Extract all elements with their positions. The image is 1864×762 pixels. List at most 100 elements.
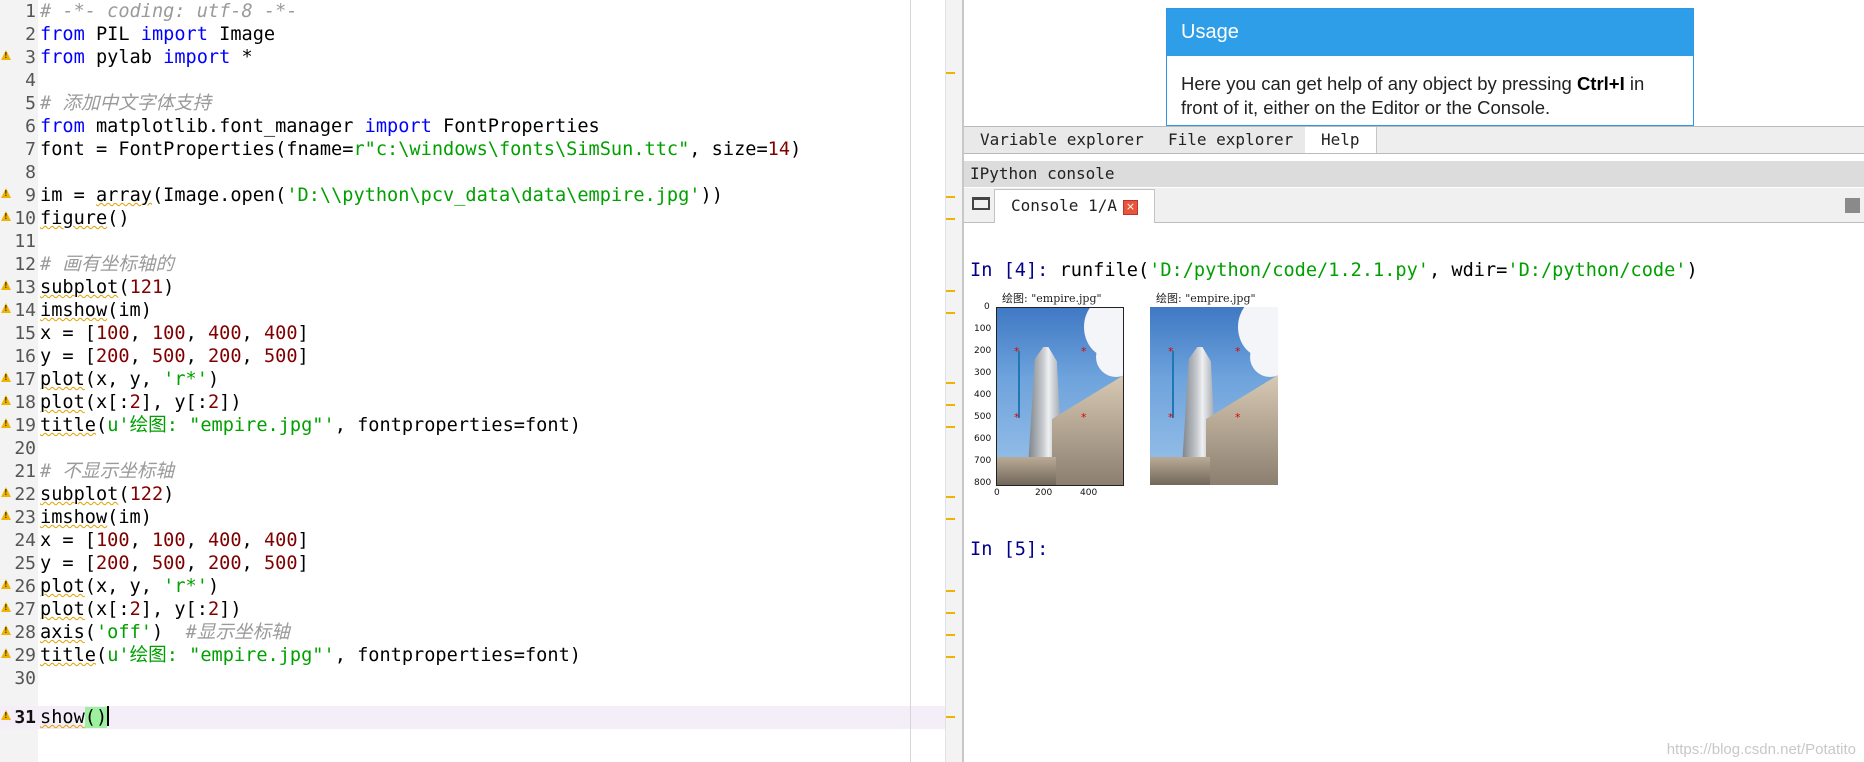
code-line[interactable]: 28axis('off') #显示坐标轴 <box>0 621 945 644</box>
code-text: (im) <box>107 507 152 528</box>
code-text: ) <box>790 139 802 160</box>
code-text: ] <box>297 346 309 367</box>
scrollbar-warning-marker[interactable] <box>946 426 955 428</box>
scrollbar-warning-marker[interactable] <box>946 496 955 498</box>
warning-icon[interactable] <box>1 710 11 720</box>
code-line[interactable]: 5 # 添加中文字体支持 <box>0 92 945 115</box>
code-line[interactable]: 29title(u'绘图: "empire.jpg"', fontpropert… <box>0 644 945 667</box>
code-line[interactable]: 2 from PIL import Image <box>0 23 945 46</box>
scrollbar-warning-marker[interactable] <box>946 656 955 658</box>
warning-icon[interactable] <box>1 625 11 635</box>
scrollbar-warning-marker[interactable] <box>946 716 955 718</box>
number-literal: 100 <box>95 530 130 551</box>
warning-icon[interactable] <box>1 211 11 221</box>
function-name: imshow <box>40 507 108 528</box>
code-line[interactable]: 20 <box>0 437 945 460</box>
x-tick: 200 <box>1035 488 1053 498</box>
warning-icon[interactable] <box>1 579 11 589</box>
help-usage-card: Usage Here you can get help of any objec… <box>1166 8 1694 126</box>
code-text: ], y[: <box>140 599 208 620</box>
tab-console-1a[interactable]: Console 1/A × <box>994 189 1155 223</box>
code-text: matplotlib.font_manager <box>84 116 365 137</box>
code-text: y = [ <box>40 346 96 367</box>
line-number: 30 <box>14 668 36 689</box>
code-line[interactable]: 24 x = [100, 100, 400, 400] <box>0 529 945 552</box>
tab-help[interactable]: Help <box>1305 127 1377 153</box>
warning-icon[interactable] <box>1 487 11 497</box>
scrollbar-warning-marker[interactable] <box>946 72 955 74</box>
code-line[interactable]: 19title(u'绘图: "empire.jpg"', fontpropert… <box>0 414 945 437</box>
scrollbar-warning-marker[interactable] <box>946 612 955 614</box>
code-line[interactable]: 26plot(x, y, 'r*') <box>0 575 945 598</box>
code-line[interactable]: 11 <box>0 230 945 253</box>
scrollbar-warning-marker[interactable] <box>946 196 955 198</box>
code-line[interactable]: 27plot(x[:2], y[:2]) <box>0 598 945 621</box>
tab-variable-explorer[interactable]: Variable explorer <box>964 127 1161 153</box>
code-line[interactable]: 10figure() <box>0 207 945 230</box>
code-line[interactable]: 12 # 画有坐标轴的 <box>0 253 945 276</box>
scrollbar-warning-marker[interactable] <box>946 634 955 636</box>
editor-scrollbar[interactable] <box>945 0 962 762</box>
close-icon[interactable]: × <box>1122 200 1138 215</box>
folder-icon[interactable] <box>972 197 990 210</box>
plot-point: * <box>1235 345 1241 358</box>
options-icon[interactable] <box>1845 198 1860 213</box>
scrollbar-warning-marker[interactable] <box>946 218 955 220</box>
code-line[interactable]: 16 y = [200, 500, 200, 500] <box>0 345 945 368</box>
scrollbar-warning-marker[interactable] <box>946 312 955 314</box>
warning-icon[interactable] <box>1 280 11 290</box>
line-number: 25 <box>14 553 36 574</box>
line-number: 5 <box>25 93 36 114</box>
code-line[interactable]: 3from pylab import * <box>0 46 945 69</box>
string-literal: 'D:/python/code/1.2.1.py' <box>1149 260 1430 281</box>
scrollbar-warning-marker[interactable] <box>946 518 955 520</box>
scrollbar-warning-marker[interactable] <box>946 290 955 292</box>
code-text: , <box>185 553 208 574</box>
warning-icon[interactable] <box>1 648 11 658</box>
warning-icon[interactable] <box>1 510 11 520</box>
code-line[interactable]: 30 <box>0 667 945 690</box>
watermark: https://blog.csdn.net/Potatito <box>1666 741 1856 758</box>
console-input-line[interactable]: In [5]: <box>970 538 1048 562</box>
code-line[interactable]: 25 y = [200, 500, 200, 500] <box>0 552 945 575</box>
number-literal: 100 <box>95 323 130 344</box>
code-line[interactable]: 21 # 不显示坐标轴 <box>0 460 945 483</box>
code-line[interactable]: 1 # -*- coding: utf-8 -*- <box>0 0 945 23</box>
code-line[interactable]: 6 from matplotlib.font_manager import Fon… <box>0 115 945 138</box>
code-line[interactable]: 9im = array(Image.open('D:\\python\pcv_d… <box>0 184 945 207</box>
code-line[interactable]: 22subplot(122) <box>0 483 945 506</box>
plot-figure-no-axes: 绘图: "empire.jpg" * * * * <box>1114 291 1304 501</box>
warning-icon[interactable] <box>1 50 11 60</box>
current-code-line[interactable]: 31show() <box>0 706 945 729</box>
code-line[interactable]: 4 <box>0 69 945 92</box>
usage-text: Here you can get help of any object by p… <box>1167 56 1693 120</box>
warning-icon[interactable] <box>1 395 11 405</box>
warning-icon[interactable] <box>1 303 11 313</box>
code-line[interactable]: 18plot(x[:2], y[:2]) <box>0 391 945 414</box>
line-number: 8 <box>25 162 36 183</box>
number-literal: 200 <box>95 553 130 574</box>
code-text: ]) <box>219 599 242 620</box>
code-line[interactable]: 17plot(x, y, 'r*') <box>0 368 945 391</box>
code-editor[interactable]: 1 # -*- coding: utf-8 -*- 2 from PIL impor… <box>0 0 945 762</box>
code-line[interactable]: 15 x = [100, 100, 400, 400] <box>0 322 945 345</box>
warning-icon[interactable] <box>1 372 11 382</box>
warning-icon[interactable] <box>1 188 11 198</box>
tab-file-explorer[interactable]: File explorer <box>1152 127 1311 153</box>
warning-icon[interactable] <box>1 418 11 428</box>
code-line[interactable]: 7 font = FontProperties(fname=r"c:\window… <box>0 138 945 161</box>
code-text: ( <box>118 484 130 505</box>
scrollbar-warning-marker[interactable] <box>946 382 955 384</box>
function-name: plot <box>40 599 85 620</box>
scrollbar-warning-marker[interactable] <box>946 590 955 592</box>
code-line[interactable]: 13subplot(121) <box>0 276 945 299</box>
comment: # 添加中文字体支持 <box>40 93 212 114</box>
code-line[interactable]: 8 <box>0 161 945 184</box>
scrollbar-warning-marker[interactable] <box>946 404 955 406</box>
warning-icon[interactable] <box>1 602 11 612</box>
code-line[interactable]: 14imshow(im) <box>0 299 945 322</box>
code-text: , <box>185 323 208 344</box>
console-output[interactable]: In [4]: runfile('D:/python/code/1.2.1.py… <box>964 223 1864 762</box>
function-name: imshow <box>40 300 108 321</box>
code-line[interactable]: 23imshow(im) <box>0 506 945 529</box>
